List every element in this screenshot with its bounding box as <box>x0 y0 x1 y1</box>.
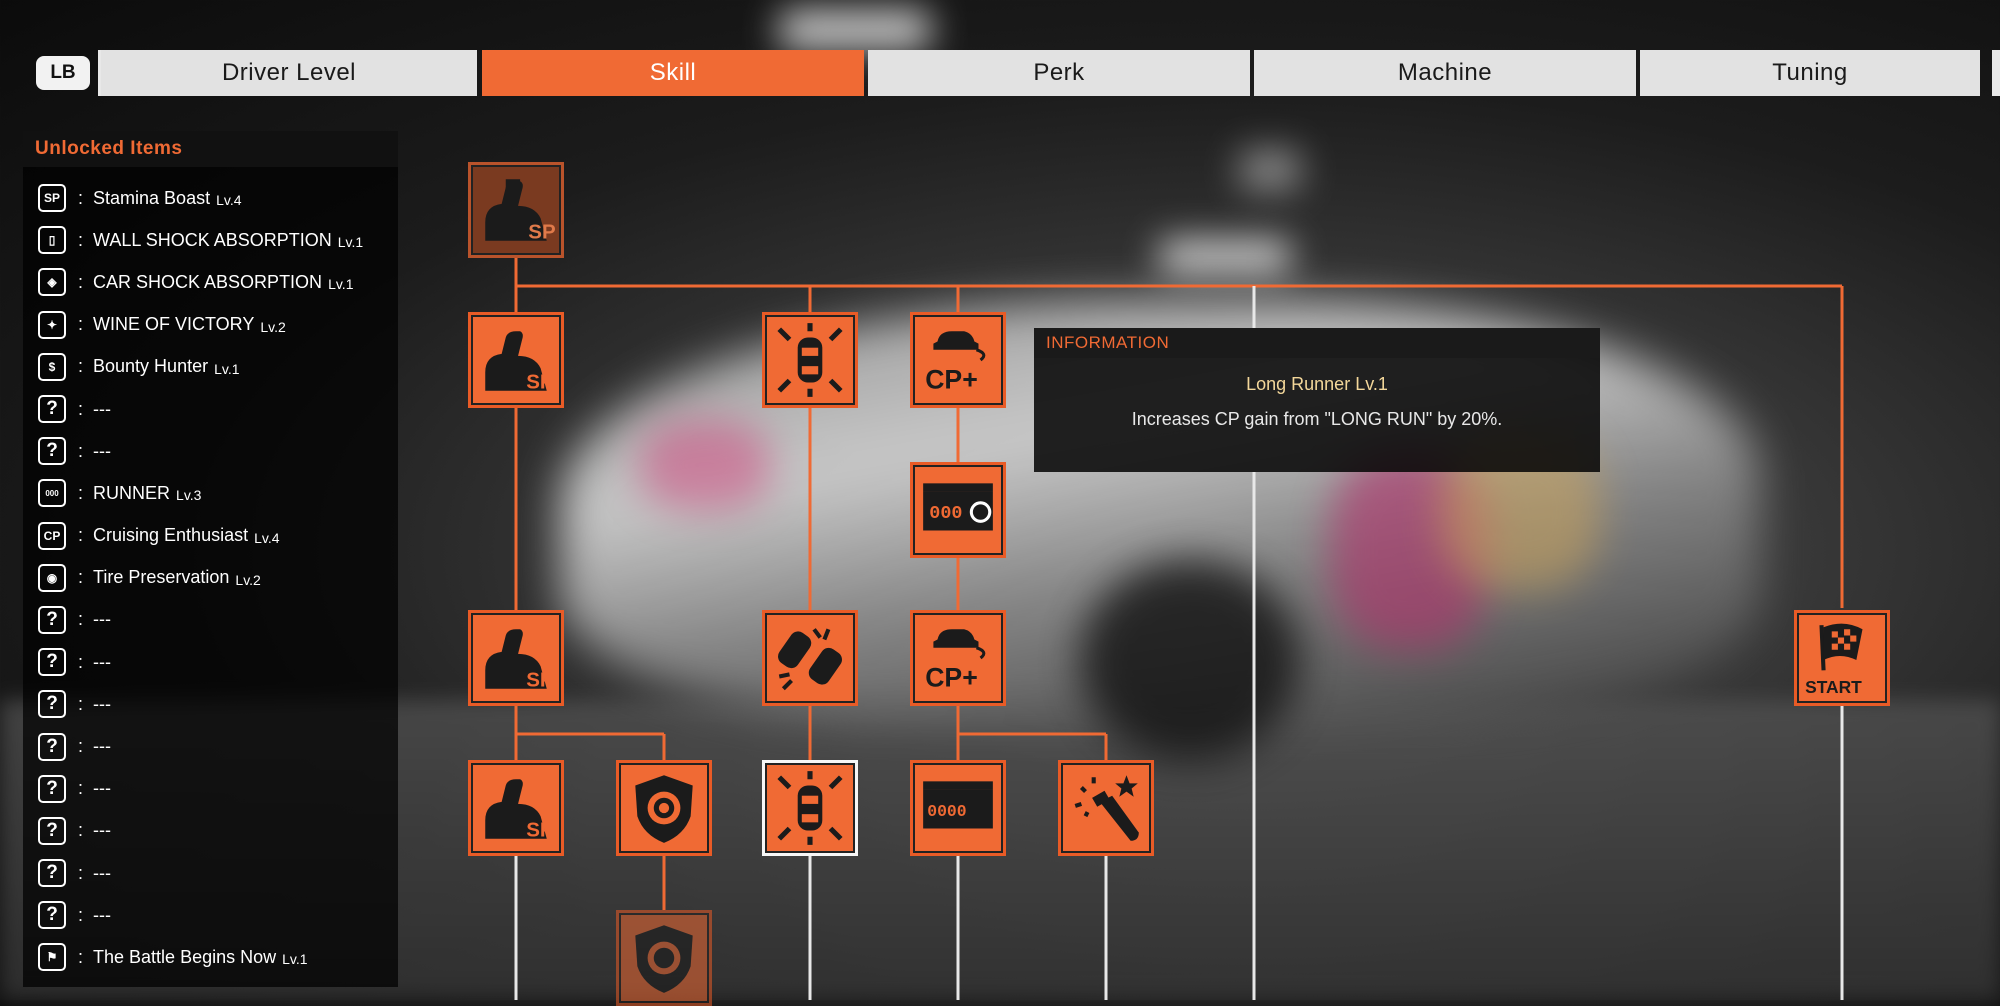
svg-text:CP+: CP+ <box>925 663 978 693</box>
stamina-sp-icon: SP <box>485 331 554 394</box>
runner-counter-icon: 0000 <box>923 781 993 829</box>
information-popup: INFORMATION Long Runner Lv.1 Increases C… <box>1034 328 1600 472</box>
svg-text:0000: 0000 <box>927 802 966 821</box>
champagne-icon <box>1074 775 1139 841</box>
skill-node-battle-begins-now[interactable]: START <box>1794 610 1890 706</box>
skill-node-runner[interactable]: 0000 <box>910 760 1006 856</box>
skill-node-car-shock-absorption[interactable] <box>762 610 858 706</box>
skill-node-wine-of-victory[interactable] <box>1058 760 1154 856</box>
cp-plus-icon: CP+ <box>925 629 986 693</box>
skill-node-cruising-enthusiast-2[interactable]: CP+ <box>910 610 1006 706</box>
information-description: Increases CP gain from "LONG RUN" by 20%… <box>1131 409 1503 429</box>
svg-text:SP: SP <box>526 669 553 692</box>
stamina-sp-icon: SP <box>485 179 556 244</box>
skill-node-stamina-3[interactable]: SP <box>468 760 564 856</box>
information-title: Long Runner Lv.1 <box>1246 374 1388 394</box>
cp-plus-icon: CP+ <box>925 331 986 395</box>
start-flag-icon: START <box>1805 623 1863 697</box>
skill-node-cruising-enthusiast-1[interactable]: CP+ <box>910 312 1006 408</box>
skill-node-stamina-2[interactable]: SP <box>468 610 564 706</box>
svg-text:000: 000 <box>929 503 962 524</box>
information-header: INFORMATION <box>1034 328 1600 358</box>
svg-text:CP+: CP+ <box>925 365 978 395</box>
wall-shock-icon <box>777 323 843 397</box>
tire-shield-icon <box>635 775 693 843</box>
skill-node-long-runner[interactable]: 000 <box>910 462 1006 558</box>
svg-text:SP: SP <box>528 221 555 244</box>
tire-shield-icon <box>635 925 693 993</box>
wall-shock-icon <box>777 771 843 845</box>
svg-text:SP: SP <box>526 819 553 842</box>
svg-text:SP: SP <box>526 371 553 394</box>
skill-node-wall-shock-absorption[interactable] <box>762 312 858 408</box>
skill-node-stamina-root[interactable]: SP <box>468 162 564 258</box>
skill-node-tire-preservation-next[interactable] <box>616 910 712 1006</box>
svg-text:START: START <box>1805 677 1862 697</box>
skill-node-wall-shock-selected[interactable] <box>762 760 858 856</box>
stamina-sp-icon: SP <box>485 779 554 842</box>
skill-node-tire-preservation[interactable] <box>616 760 712 856</box>
car-shock-icon <box>778 628 842 691</box>
runner-counter-icon: 000 <box>923 483 993 531</box>
skill-node-stamina-1[interactable]: SP <box>468 312 564 408</box>
stamina-sp-icon: SP <box>485 629 554 692</box>
